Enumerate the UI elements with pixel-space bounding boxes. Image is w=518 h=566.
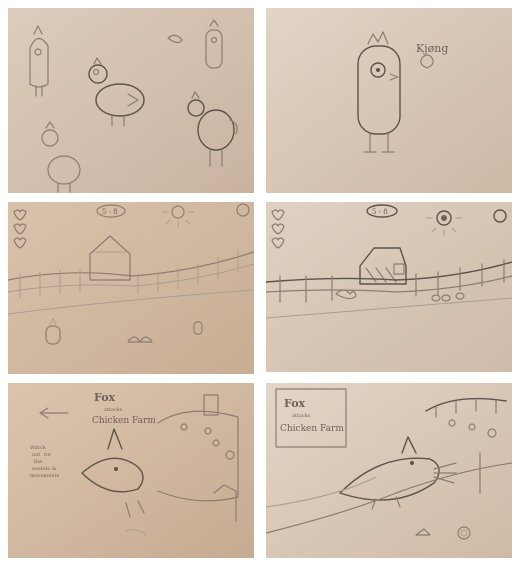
photo-chicken-closeup[interactable]: Kjøng — [266, 8, 512, 193]
photo-fox-attack-a[interactable]: Fox attacks Chicken Farm Watch out for t… — [8, 383, 254, 558]
title-attacks: attacks — [104, 407, 123, 413]
signature-text: Kjøng — [416, 42, 448, 55]
note-line: for — [44, 452, 52, 458]
title-chicken-farm: Chicken Farm — [280, 424, 344, 434]
fox-attack-a-drawing: Fox attacks Chicken Farm Watch out for t… — [8, 383, 254, 558]
photo-farm-level-dark[interactable]: 5 - 8 — [266, 202, 512, 372]
note-line: the — [34, 459, 42, 465]
score-text: 5 - 8 — [372, 208, 388, 216]
note-line: sounds — [32, 466, 50, 472]
note-line: Watch — [30, 445, 46, 451]
note-line: movements — [30, 473, 59, 479]
photo-chicken-sketches[interactable] — [8, 8, 254, 193]
score-text: 5 - 8 — [102, 208, 118, 216]
photo-fox-attack-b[interactable]: Fox attacks Chicken Farm — [266, 383, 512, 558]
farm-level-light-drawing: 5 - 8 — [8, 202, 254, 374]
note-line: out — [32, 452, 40, 458]
title-attacks: attacks — [292, 413, 311, 419]
chicken-sketches-drawing — [8, 8, 254, 193]
photo-farm-level-light[interactable]: 5 - 8 — [8, 202, 254, 374]
note-line: & — [52, 466, 57, 472]
farm-level-dark-drawing: 5 - 8 — [266, 202, 512, 372]
title-chicken-farm: Chicken Farm — [92, 416, 156, 426]
chicken-closeup-drawing: Kjøng — [266, 8, 512, 193]
fox-attack-b-drawing: Fox attacks Chicken Farm — [266, 383, 512, 558]
title-fox: Fox — [94, 391, 116, 404]
photo-grid: Kjøng 5 - 8 5 - 8 Fox attacks Chicken Fa… — [0, 0, 518, 566]
title-fox: Fox — [284, 397, 306, 410]
